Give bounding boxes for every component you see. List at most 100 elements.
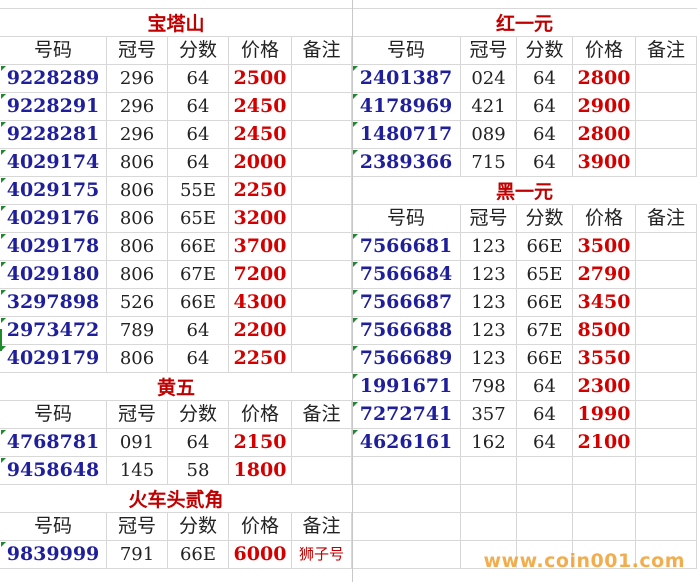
serial-number-cell[interactable]: 7566687 bbox=[352, 289, 461, 316]
score-cell[interactable]: 64 bbox=[168, 149, 229, 176]
score-cell[interactable]: 64 bbox=[517, 401, 573, 428]
score-cell[interactable]: 64 bbox=[168, 429, 229, 456]
serial-number-cell[interactable]: 4029176 bbox=[0, 205, 107, 232]
score-cell[interactable]: 66E bbox=[517, 345, 573, 372]
note-cell[interactable] bbox=[636, 149, 697, 176]
empty-cell[interactable] bbox=[517, 485, 573, 512]
note-cell[interactable] bbox=[292, 205, 352, 232]
price-header[interactable]: 价格 bbox=[573, 37, 636, 64]
crown-cell[interactable]: 526 bbox=[107, 289, 168, 316]
score-cell[interactable]: 66E bbox=[168, 233, 229, 260]
note-cell[interactable] bbox=[636, 121, 697, 148]
number-header[interactable]: 号码 bbox=[0, 37, 107, 64]
crown-cell[interactable]: 091 bbox=[107, 429, 168, 456]
crown-cell[interactable]: 123 bbox=[461, 233, 517, 260]
serial-number-cell[interactable]: 9228291 bbox=[0, 93, 107, 120]
note-cell[interactable] bbox=[636, 233, 697, 260]
note-cell[interactable] bbox=[292, 93, 352, 120]
serial-number-cell[interactable]: 4178969 bbox=[352, 93, 461, 120]
note-cell[interactable] bbox=[636, 373, 697, 400]
note-cell[interactable] bbox=[636, 93, 697, 120]
empty-cell[interactable] bbox=[517, 457, 573, 484]
score-header[interactable]: 分数 bbox=[168, 37, 229, 64]
price-cell[interactable]: 2900 bbox=[573, 93, 636, 120]
empty-cell[interactable] bbox=[636, 513, 697, 540]
note-cell[interactable] bbox=[292, 261, 352, 288]
note-cell[interactable] bbox=[636, 429, 697, 456]
price-cell[interactable]: 2450 bbox=[229, 93, 292, 120]
serial-number-cell[interactable]: 9228289 bbox=[0, 65, 107, 92]
note-header[interactable]: 备注 bbox=[636, 37, 697, 64]
serial-number-cell[interactable]: 4029174 bbox=[0, 149, 107, 176]
crown-cell[interactable]: 123 bbox=[461, 317, 517, 344]
note-cell[interactable] bbox=[636, 261, 697, 288]
score-cell[interactable]: 66E bbox=[168, 289, 229, 316]
price-cell[interactable]: 2790 bbox=[573, 261, 636, 288]
crown-cell[interactable]: 421 bbox=[461, 93, 517, 120]
note-cell[interactable] bbox=[292, 149, 352, 176]
score-header[interactable]: 分数 bbox=[517, 37, 573, 64]
note-cell[interactable] bbox=[292, 177, 352, 204]
score-cell[interactable]: 64 bbox=[517, 149, 573, 176]
note-cell[interactable] bbox=[292, 289, 352, 316]
crown-cell[interactable]: 296 bbox=[107, 93, 168, 120]
price-cell[interactable]: 3450 bbox=[573, 289, 636, 316]
serial-number-cell[interactable]: 4029180 bbox=[0, 261, 107, 288]
serial-number-cell[interactable]: 2389366 bbox=[352, 149, 461, 176]
score-cell[interactable]: 66E bbox=[517, 233, 573, 260]
price-cell[interactable]: 2100 bbox=[573, 429, 636, 456]
serial-number-cell[interactable]: 4768781 bbox=[0, 429, 107, 456]
crown-cell[interactable]: 123 bbox=[461, 261, 517, 288]
crown-cell[interactable]: 806 bbox=[107, 149, 168, 176]
price-header[interactable]: 价格 bbox=[229, 513, 292, 540]
number-header[interactable]: 号码 bbox=[352, 205, 461, 232]
crown-cell[interactable]: 162 bbox=[461, 429, 517, 456]
crown-cell[interactable]: 798 bbox=[461, 373, 517, 400]
crown-cell[interactable]: 296 bbox=[107, 121, 168, 148]
empty-cell[interactable] bbox=[352, 513, 461, 540]
crown-cell[interactable]: 123 bbox=[461, 345, 517, 372]
note-header[interactable]: 备注 bbox=[292, 401, 352, 428]
crown-cell[interactable]: 024 bbox=[461, 65, 517, 92]
score-cell[interactable]: 64 bbox=[517, 65, 573, 92]
price-cell[interactable]: 2150 bbox=[229, 429, 292, 456]
empty-cell[interactable] bbox=[461, 485, 517, 512]
crown-header[interactable]: 冠号 bbox=[461, 205, 517, 232]
note-cell[interactable] bbox=[292, 121, 352, 148]
serial-number-cell[interactable]: 9228281 bbox=[0, 121, 107, 148]
serial-number-cell[interactable]: 1480717 bbox=[352, 121, 461, 148]
price-cell[interactable]: 2500 bbox=[229, 65, 292, 92]
score-cell[interactable]: 66E bbox=[168, 541, 229, 568]
note-cell[interactable] bbox=[636, 289, 697, 316]
crown-cell[interactable]: 789 bbox=[107, 317, 168, 344]
score-cell[interactable]: 66E bbox=[517, 289, 573, 316]
number-header[interactable]: 号码 bbox=[352, 37, 461, 64]
note-cell[interactable] bbox=[636, 401, 697, 428]
price-cell[interactable]: 3550 bbox=[573, 345, 636, 372]
note-cell[interactable] bbox=[636, 65, 697, 92]
serial-number-cell[interactable]: 3297898 bbox=[0, 289, 107, 316]
empty-cell[interactable] bbox=[352, 485, 461, 512]
number-header[interactable]: 号码 bbox=[0, 401, 107, 428]
crown-cell[interactable]: 145 bbox=[107, 457, 168, 484]
serial-number-cell[interactable]: 7566689 bbox=[352, 345, 461, 372]
price-cell[interactable]: 4300 bbox=[229, 289, 292, 316]
empty-cell[interactable] bbox=[461, 513, 517, 540]
score-cell[interactable]: 65E bbox=[517, 261, 573, 288]
note-cell[interactable] bbox=[292, 65, 352, 92]
serial-number-cell[interactable]: 7272741 bbox=[352, 401, 461, 428]
serial-number-cell[interactable]: 1991671 bbox=[352, 373, 461, 400]
note-header[interactable]: 备注 bbox=[292, 37, 352, 64]
price-header[interactable]: 价格 bbox=[229, 401, 292, 428]
note-cell[interactable] bbox=[292, 345, 352, 372]
crown-cell[interactable]: 123 bbox=[461, 289, 517, 316]
serial-number-cell[interactable]: 2973472 bbox=[0, 317, 107, 344]
crown-header[interactable]: 冠号 bbox=[107, 513, 168, 540]
score-header[interactable]: 分数 bbox=[168, 401, 229, 428]
price-cell[interactable]: 6000 bbox=[229, 541, 292, 568]
crown-cell[interactable]: 806 bbox=[107, 261, 168, 288]
score-cell[interactable]: 67E bbox=[517, 317, 573, 344]
crown-cell[interactable]: 806 bbox=[107, 345, 168, 372]
serial-number-cell[interactable]: 4029178 bbox=[0, 233, 107, 260]
note-cell[interactable] bbox=[636, 345, 697, 372]
